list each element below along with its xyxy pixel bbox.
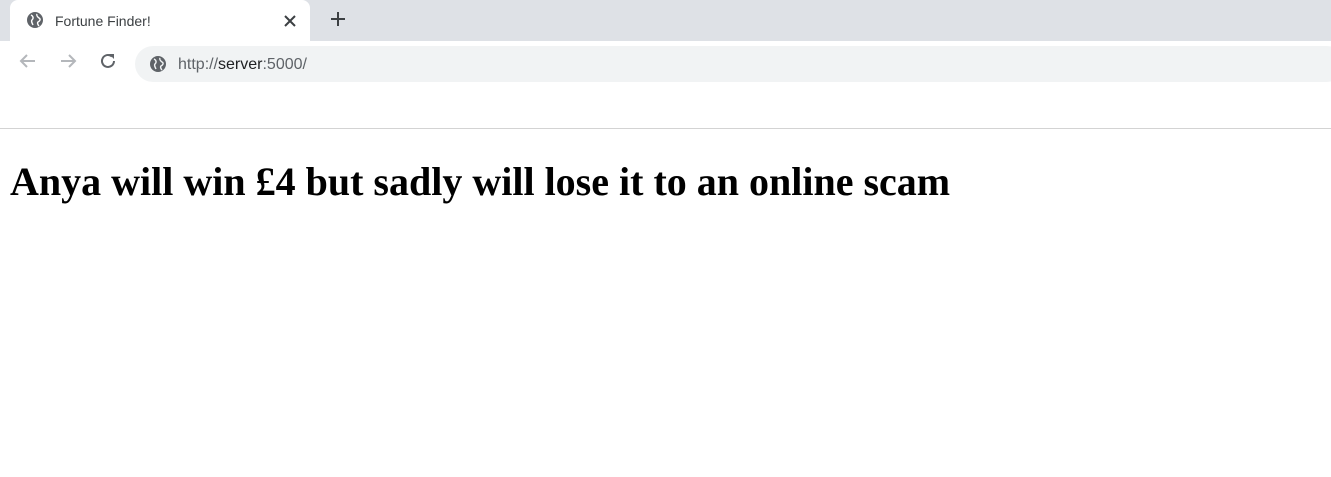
arrow-left-icon [19, 52, 37, 75]
tab-strip: Fortune Finder! [0, 0, 1331, 41]
reload-icon [99, 52, 117, 75]
globe-icon [26, 11, 44, 29]
tab-fortune-finder[interactable]: Fortune Finder! [10, 0, 310, 41]
page-heading: Anya will win £4 but sadly will lose it … [10, 159, 951, 204]
arrow-right-icon [59, 52, 77, 75]
url-text[interactable]: http://server:5000/ [178, 56, 307, 74]
url-rest: :5000/ [262, 56, 307, 73]
back-button[interactable] [18, 53, 38, 73]
address-bar[interactable]: http://server:5000/ [135, 46, 1331, 82]
new-tab-button[interactable] [326, 9, 350, 33]
close-icon[interactable] [280, 11, 300, 31]
page-content: Anya will win £4 but sadly will lose it … [0, 129, 1331, 477]
globe-icon [149, 55, 167, 73]
plus-icon [330, 11, 346, 32]
url-host: server [218, 56, 263, 73]
url-scheme: http:// [178, 56, 219, 73]
tab-title: Fortune Finder! [55, 13, 151, 29]
browser-toolbar: http://server:5000/ [0, 41, 1331, 85]
forward-button[interactable] [58, 53, 78, 73]
reload-button[interactable] [98, 53, 118, 73]
